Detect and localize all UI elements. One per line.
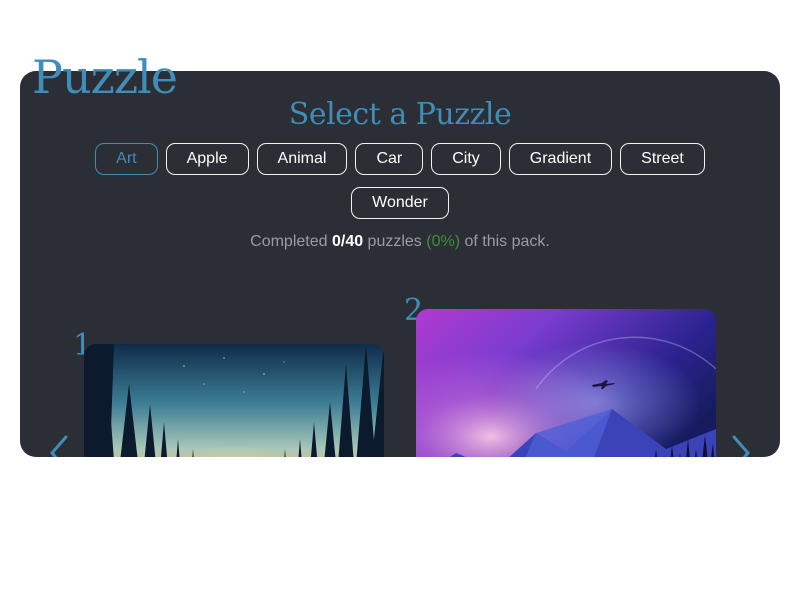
category-apple-button[interactable]: Apple bbox=[165, 143, 249, 175]
category-art-button[interactable]: Art bbox=[95, 143, 158, 175]
category-gradient-button[interactable]: Gradient bbox=[508, 143, 613, 175]
category-animal-button[interactable]: Animal bbox=[256, 143, 348, 175]
chevron-right-icon bbox=[732, 435, 750, 457]
puzzle-card-2[interactable] bbox=[416, 309, 716, 457]
category-city-button[interactable]: City bbox=[431, 143, 501, 175]
completion-middle: puzzles bbox=[363, 233, 427, 250]
app-title: Puzzle bbox=[32, 50, 178, 104]
category-wonder-button[interactable]: Wonder bbox=[351, 187, 449, 219]
completion-suffix: of this pack. bbox=[460, 233, 550, 250]
category-street-button[interactable]: Street bbox=[620, 143, 705, 175]
category-list: Art Apple Animal Car City Gradient Stree… bbox=[80, 143, 720, 219]
completion-prefix: Completed bbox=[250, 233, 332, 250]
category-car-button[interactable]: Car bbox=[355, 143, 424, 175]
carousel-next-button[interactable] bbox=[728, 433, 752, 457]
completion-count: 0/40 bbox=[331, 233, 364, 250]
puzzle-selector-panel: Select a Puzzle Art Apple Animal Car Cit… bbox=[20, 71, 780, 457]
chevron-left-icon bbox=[50, 435, 68, 457]
purple-mountain-image bbox=[416, 309, 716, 457]
page: Puzzle Select a Puzzle Art Apple Animal … bbox=[0, 0, 800, 600]
completion-percent: (0%) bbox=[426, 233, 461, 250]
puzzle-card-1[interactable] bbox=[84, 344, 384, 457]
carousel-prev-button[interactable] bbox=[48, 433, 72, 457]
forest-sunset-image bbox=[84, 344, 384, 457]
completion-status: Completed 0/40 puzzles (0%) of this pack… bbox=[20, 233, 780, 251]
